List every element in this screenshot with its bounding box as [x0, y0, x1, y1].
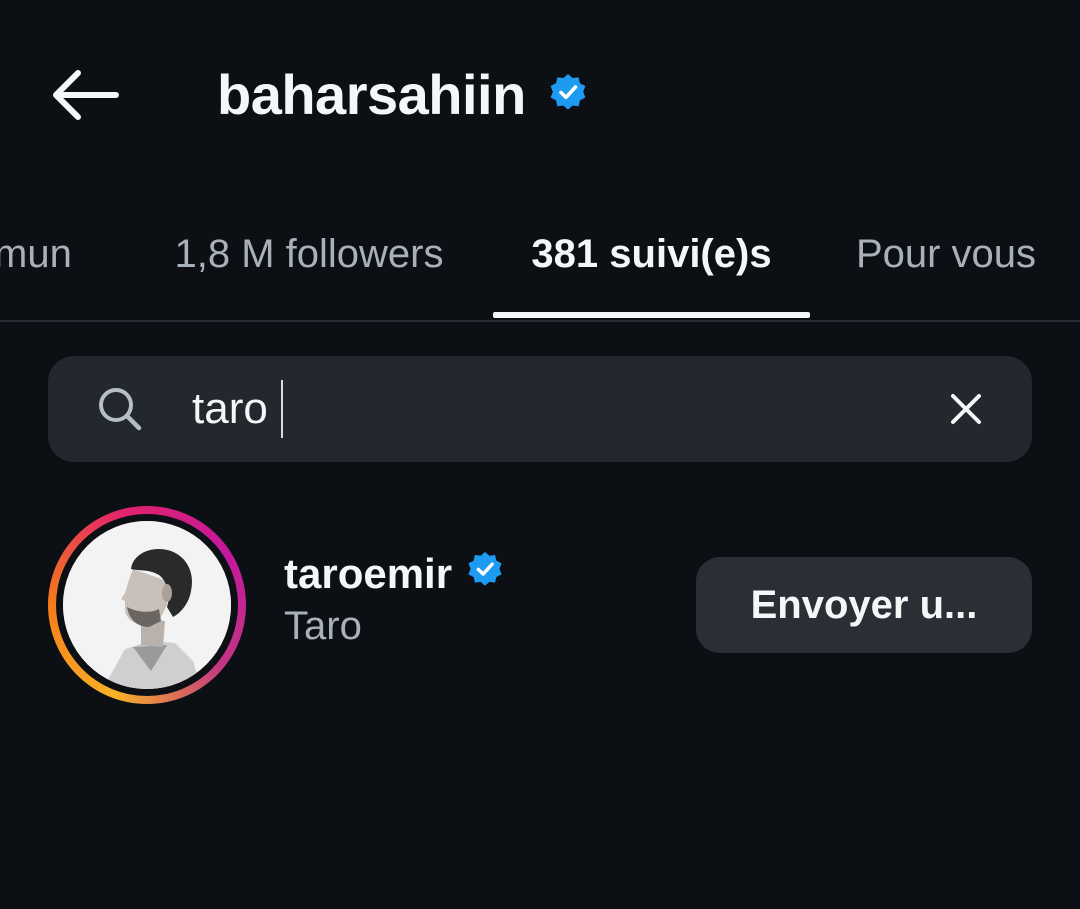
result-full-name: Taro	[284, 604, 362, 648]
back-button[interactable]	[44, 60, 124, 130]
text-caret	[281, 380, 283, 438]
result-username: taroemir	[284, 550, 453, 597]
verified-badge-icon	[466, 550, 504, 598]
tab-for-you[interactable]: Pour vous	[836, 190, 1056, 318]
search-input[interactable]	[192, 376, 892, 442]
profile-header-title: baharsahiin	[217, 56, 588, 132]
result-username-row[interactable]: taroemir	[284, 546, 504, 602]
clear-search-button[interactable]	[940, 383, 992, 435]
tab-bar: mun 1,8 M followers 381 suivi(e)s Pour v…	[0, 190, 1080, 322]
profile-username: baharsahiin	[217, 62, 526, 126]
back-arrow-icon	[53, 70, 119, 120]
verified-badge-icon	[548, 72, 588, 117]
avatar	[63, 521, 231, 689]
tab-following[interactable]: 381 suivi(e)s	[493, 190, 810, 318]
close-icon	[951, 394, 981, 424]
tab-mutual[interactable]: mun	[0, 190, 94, 318]
send-message-button[interactable]: Envoyer u...	[696, 557, 1032, 653]
avatar-story-ring[interactable]	[48, 506, 246, 704]
following-list-screen: baharsahiin mun 1,8 M followers 381 suiv…	[0, 0, 1080, 909]
tab-followers[interactable]: 1,8 M followers	[150, 190, 468, 318]
active-tab-indicator	[493, 312, 810, 318]
search-icon	[99, 388, 142, 431]
